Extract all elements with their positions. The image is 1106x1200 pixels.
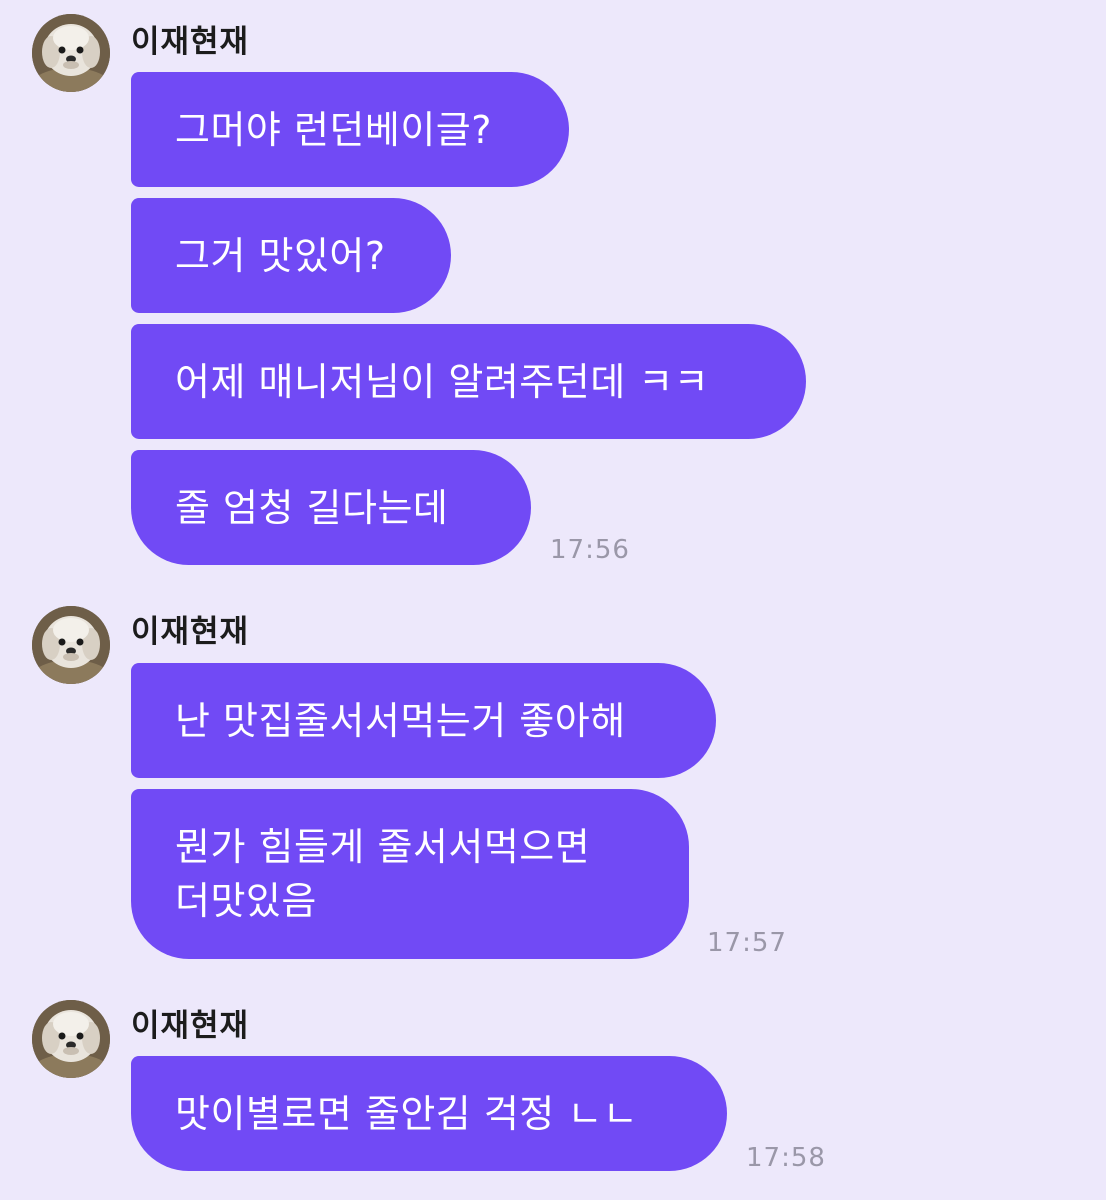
message-timestamp: 17:58: [746, 1143, 826, 1173]
message-bubble[interactable]: 맛이별로면 줄안김 걱정 ㄴㄴ: [131, 1056, 727, 1171]
message-group: 이재현재 난 맛집줄서서먹는거 좋아해 뭔가 힘들게 줄서서먹으면 더맛있음 1…: [0, 592, 1106, 972]
sender-name: 이재현재: [131, 24, 250, 60]
sender-avatar[interactable]: [32, 606, 110, 684]
message-bubble[interactable]: 그머야 런던베이글?: [131, 72, 569, 187]
message-bubble[interactable]: 뭔가 힘들게 줄서서먹으면 더맛있음: [131, 789, 689, 959]
message-bubble[interactable]: 줄 엄청 길다는데: [131, 450, 531, 565]
message-bubble[interactable]: 난 맛집줄서서먹는거 좋아해: [131, 663, 716, 778]
dog-avatar-icon: [32, 14, 110, 92]
sender-avatar[interactable]: [32, 1000, 110, 1078]
dog-avatar-icon: [32, 606, 110, 684]
message-bubble[interactable]: 그거 맛있어?: [131, 198, 451, 313]
message-timestamp: 17:56: [550, 535, 630, 565]
message-group: 이재현재 맛이별로면 줄안김 걱정 ㄴㄴ 17:58: [0, 986, 1106, 1200]
message-group: 이재현재 그머야 런던베이글? 그거 맛있어? 어제 매니저님이 알려주던데 ㅋ…: [0, 0, 1106, 600]
sender-name: 이재현재: [131, 1008, 250, 1044]
message-timestamp: 17:57: [707, 928, 787, 958]
sender-name: 이재현재: [131, 614, 250, 650]
dog-avatar-icon: [32, 1000, 110, 1078]
message-bubble[interactable]: 어제 매니저님이 알려주던데 ㅋㅋ: [131, 324, 806, 439]
sender-avatar[interactable]: [32, 14, 110, 92]
